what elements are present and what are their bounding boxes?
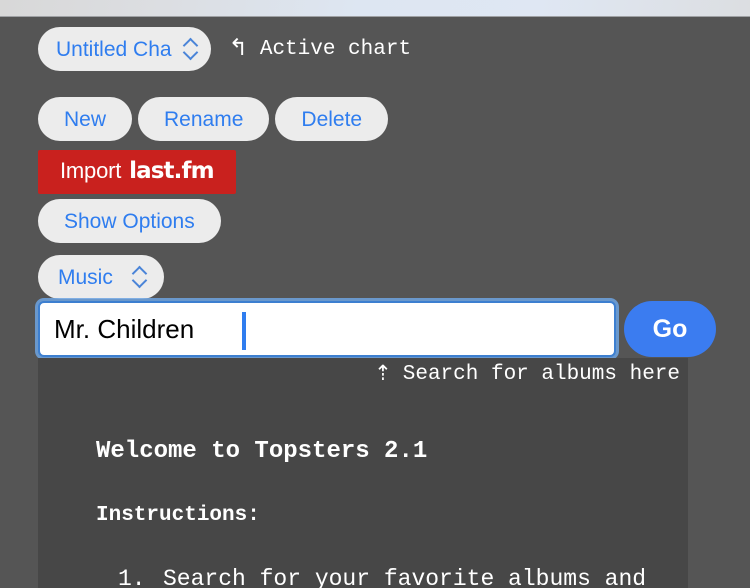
turn-left-arrow-icon: ↰ xyxy=(228,35,248,62)
search-hint: ⇡ Search for albums here xyxy=(374,361,680,388)
options-row: Show Options xyxy=(38,199,221,243)
search-type-value: Music xyxy=(58,265,113,289)
search-input[interactable] xyxy=(54,303,600,355)
search-type-dropdown[interactable]: Music xyxy=(38,255,164,299)
import-lastfm-button[interactable]: Import last.fm xyxy=(38,150,236,194)
active-chart-hint: ↰ Active chart xyxy=(228,35,412,62)
search-row: Go xyxy=(38,301,716,357)
new-chart-button[interactable]: New xyxy=(38,97,133,141)
go-button[interactable]: Go xyxy=(624,301,716,357)
chevron-up-down-icon xyxy=(184,38,199,60)
up-arrow-icon: ⇡ xyxy=(374,364,392,387)
chevron-up-down-icon xyxy=(133,266,148,288)
delete-chart-button[interactable]: Delete xyxy=(275,97,389,141)
text-caret xyxy=(242,312,246,350)
instruction-text: Search for your favorite albums and arti… xyxy=(163,566,647,588)
instruction-list: 1. Search for your favorite albums and a… xyxy=(118,563,678,588)
instruction-number: 1. xyxy=(118,566,146,588)
type-selector-row: Music xyxy=(38,255,164,299)
chart-actions-row: New Rename Delete xyxy=(38,97,389,141)
instructions-heading: Instructions: xyxy=(96,504,260,527)
topsters-app-surface: Untitled Cha ↰ Active chart New Rename D… xyxy=(0,18,750,588)
lastfm-logo: last.fm xyxy=(129,158,214,184)
active-chart-hint-label: Active chart xyxy=(259,37,412,61)
list-item: 1. Search for your favorite albums and a… xyxy=(118,563,678,588)
chart-selector-value: Untitled Cha xyxy=(56,37,172,61)
search-field-container[interactable] xyxy=(38,301,616,357)
search-hint-label: Search for albums here xyxy=(402,362,680,386)
welcome-title: Welcome to Topsters 2.1 xyxy=(96,438,428,465)
rename-chart-button[interactable]: Rename xyxy=(138,97,270,141)
show-options-button[interactable]: Show Options xyxy=(38,199,221,243)
instruction-panel: ⇡ Search for albums here Welcome to Tops… xyxy=(38,358,688,588)
chart-selector-dropdown[interactable]: Untitled Cha xyxy=(38,27,211,71)
browser-chrome-strip xyxy=(0,0,750,17)
import-row: Import last.fm xyxy=(38,150,236,194)
import-label: Import xyxy=(60,158,122,183)
chart-selector-row: Untitled Cha ↰ Active chart xyxy=(38,27,411,71)
